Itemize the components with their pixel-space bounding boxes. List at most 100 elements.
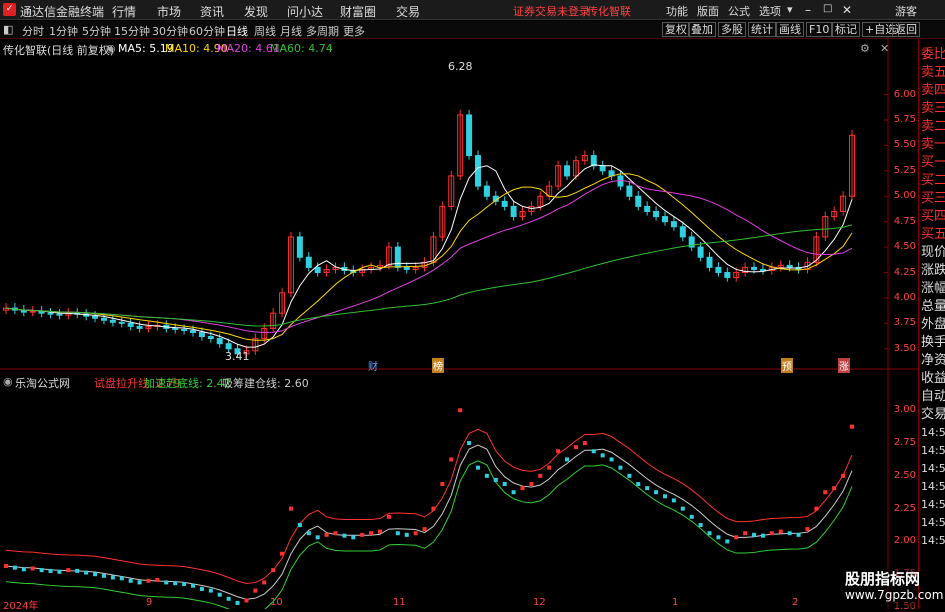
menu-hangqing[interactable]: 行情: [112, 3, 136, 20]
candle-body: [296, 236, 303, 258]
y-tick-label: 6.00: [893, 88, 916, 100]
indicator-bar: [306, 531, 311, 536]
indicator-bar: [173, 581, 178, 586]
app-title: 通达信金融终端: [20, 5, 105, 19]
sidebar-item-16: 换手: [921, 335, 945, 350]
sidebar-item-20[interactable]: 交易: [921, 407, 945, 423]
login-warning[interactable]: 证券交易未登录: [513, 3, 590, 19]
event-yu[interactable]: 预: [781, 358, 793, 373]
candle-body: [670, 221, 677, 228]
btn-fuquan[interactable]: 复权: [662, 22, 690, 37]
menu-xuanxiang[interactable]: 选项: [759, 3, 781, 19]
indicator-bar: [680, 506, 685, 511]
period-more[interactable]: 更多: [343, 23, 365, 39]
ma-line-10: [5, 173, 853, 341]
indicator-bar: [110, 575, 115, 580]
period-1min[interactable]: 1分钟: [49, 23, 78, 39]
sidebar-item-1: 卖五: [921, 65, 945, 80]
candle-body: [474, 155, 481, 187]
chart-svg[interactable]: [0, 39, 918, 609]
sidebar-item-14: 总量: [921, 299, 945, 314]
minimize-icon[interactable]: –: [805, 3, 811, 17]
candle-body: [216, 338, 223, 345]
menu-banmian[interactable]: 版面: [697, 3, 719, 19]
indicator-bar: [609, 457, 614, 462]
period-30min[interactable]: 30分钟: [152, 23, 188, 39]
candle-body: [626, 185, 633, 197]
event-zhang[interactable]: 涨: [838, 358, 850, 373]
indicator-bar: [395, 531, 400, 536]
collapse-icon[interactable]: ◧: [3, 23, 13, 36]
guest-label[interactable]: 游客: [895, 3, 917, 19]
indicator-bar: [796, 532, 801, 537]
sidebar-item-22: 14:56: [921, 444, 945, 457]
btn-duogu[interactable]: 多股: [718, 22, 746, 37]
sidebar-item-18: 收益: [921, 371, 945, 386]
btn-huaxian[interactable]: 画线: [776, 22, 804, 37]
maximize-icon[interactable]: □: [823, 3, 832, 14]
sidebar-item-13: 涨幅: [921, 281, 945, 296]
watermark: 股朋指标网 www.7gpzb.com: [842, 566, 943, 608]
candle-body: [599, 165, 606, 172]
sidebar-item-27: 14:56: [921, 534, 945, 547]
x-label-11: 11: [393, 597, 406, 608]
indicator-bar: [288, 506, 293, 511]
btn-diejia[interactable]: 叠加: [688, 22, 716, 37]
candle-body: [118, 321, 125, 324]
menu-wenxiaoda[interactable]: 问小达: [287, 3, 323, 20]
indicator-bar: [75, 568, 80, 573]
period-15min[interactable]: 15分钟: [114, 23, 150, 39]
candle-body: [715, 266, 722, 274]
period-60min[interactable]: 60分钟: [189, 23, 225, 39]
menu-jiaoyi[interactable]: 交易: [396, 3, 420, 20]
y-tick-label: 5.25: [893, 164, 916, 176]
candle-body: [225, 343, 232, 350]
period-multi[interactable]: 多周期: [306, 23, 339, 39]
period-monthly[interactable]: 月线: [280, 23, 302, 39]
indicator-bar: [101, 573, 106, 578]
indicator-bar: [671, 498, 676, 503]
menu-caifuquan[interactable]: 财富圈: [340, 3, 376, 20]
indicator-bar: [208, 588, 213, 593]
chevron-down-icon[interactable]: ▾: [787, 3, 793, 16]
indicator-bar: [743, 531, 748, 536]
menu-gongshi[interactable]: 公式: [728, 3, 750, 19]
indicator-bar: [805, 527, 810, 532]
btn-biaoji[interactable]: 标记: [832, 22, 860, 37]
indicator-bar: [244, 598, 249, 603]
menu-faxian[interactable]: 发现: [244, 3, 268, 20]
event-cai[interactable]: 财: [367, 358, 379, 373]
indicator-bar: [137, 580, 142, 585]
indicator-bar: [556, 449, 561, 454]
sidebar-item-21: 14:56: [921, 426, 945, 439]
close-icon[interactable]: ✕: [842, 3, 852, 17]
indicator-bar: [253, 588, 258, 593]
event-bang[interactable]: 榜: [432, 358, 444, 373]
indicator-bar: [57, 569, 62, 574]
btn-tongji[interactable]: 统计: [748, 22, 776, 37]
btn-f10[interactable]: F10: [806, 22, 833, 37]
candle-body: [109, 319, 116, 323]
indicator-bar: [689, 514, 694, 519]
period-fenshi[interactable]: 分时: [22, 23, 44, 39]
indicator-bar: [155, 577, 160, 582]
candle-body: [653, 211, 660, 218]
indicator-bar: [21, 567, 26, 572]
sub-y-tick-label: 2.25: [893, 502, 916, 514]
menu-shichang[interactable]: 市场: [157, 3, 181, 20]
indicator-bar: [413, 531, 418, 536]
candle-body: [190, 329, 197, 333]
btn-fanhui[interactable]: 返回: [892, 22, 920, 37]
menu-gongneng[interactable]: 功能: [666, 3, 688, 19]
indicator-bar: [404, 532, 409, 537]
high-annotation: 6.28: [448, 60, 473, 73]
period-daily[interactable]: 日线: [226, 23, 248, 39]
indicator-bar: [386, 514, 391, 519]
candle-body: [314, 266, 321, 274]
sidebar-item-19[interactable]: 自动: [921, 389, 945, 405]
period-5min[interactable]: 5分钟: [82, 23, 111, 39]
period-weekly[interactable]: 周线: [254, 23, 276, 39]
candle-body: [47, 312, 54, 315]
menu-zixun[interactable]: 资讯: [200, 3, 224, 20]
indicator-bar: [164, 580, 169, 585]
